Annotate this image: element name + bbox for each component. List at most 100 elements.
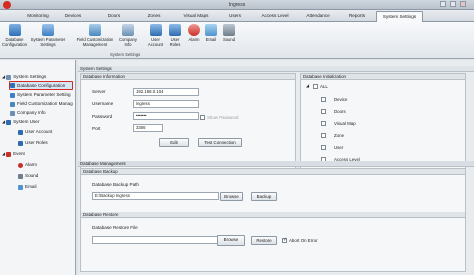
parameter-settings-icon: [10, 92, 15, 98]
window-title: Ingress: [228, 2, 246, 8]
password-label: Password: [92, 114, 113, 119]
sound-button[interactable]: Sound: [221, 24, 237, 42]
zone-checkbox[interactable]: [321, 133, 326, 138]
settings-folder-icon: [6, 74, 12, 80]
port-label: Port: [92, 126, 101, 131]
title-bar: Ingress: [0, 0, 474, 10]
sidebar-item-user-account[interactable]: User Account: [18, 128, 52, 136]
company-icon: [10, 110, 15, 116]
tab-users[interactable]: Users: [223, 12, 247, 21]
sound-icon: [18, 173, 23, 179]
sidebar-item-email[interactable]: Email: [18, 183, 37, 191]
user-checkbox[interactable]: [321, 145, 326, 150]
all-checkbox[interactable]: [313, 84, 318, 89]
all-label: ALL: [320, 84, 328, 89]
company-icon: [122, 24, 134, 36]
password-input[interactable]: •••••••: [133, 112, 199, 120]
sidebar-item-system-parameter[interactable]: System Parameter Setting: [10, 91, 71, 99]
backup-path-label: Database Backup Path: [92, 182, 139, 187]
alarm-button[interactable]: Alarm: [186, 24, 202, 42]
company-info-button[interactable]: Company Info: [116, 24, 140, 47]
sidebar-item-alarm[interactable]: Alarm: [18, 161, 37, 169]
sidebar-item-field-customization[interactable]: Field Customization Manag: [10, 100, 73, 108]
port-input[interactable]: 3306: [133, 124, 163, 132]
collapse-arrow-icon: ◢: [2, 151, 6, 156]
user-account-icon: [18, 129, 23, 135]
checkmark-icon: ✓: [283, 237, 288, 243]
sidebar-item-company-info[interactable]: Company Info: [10, 109, 46, 117]
tab-monitoring[interactable]: Monitoring: [18, 12, 58, 21]
ribbon-group-label: System Settings: [110, 52, 141, 57]
user-account-icon: [149, 24, 162, 36]
device-label: Device: [334, 97, 348, 102]
doors-checkbox[interactable]: [321, 109, 326, 114]
tab-visual-maps[interactable]: Visual Maps: [178, 12, 214, 21]
tab-system-settings[interactable]: System Settings: [376, 11, 423, 22]
sidebar-item-event[interactable]: ◢ Event: [2, 150, 25, 158]
doors-label: Doors: [334, 109, 346, 114]
database-management-group: Database Backup Database Backup Path E:\…: [80, 168, 466, 272]
user-label: User: [334, 145, 344, 150]
database-management-title: Database Management: [78, 161, 474, 167]
username-input[interactable]: ingress: [133, 100, 199, 108]
collapse-arrow-icon: ◢: [2, 74, 6, 79]
tab-devices[interactable]: Devices: [60, 12, 86, 21]
database-information-title: Database Information: [81, 74, 295, 80]
test-connection-button[interactable]: Test Connection: [198, 138, 242, 147]
alarm-icon: [188, 24, 200, 36]
database-restore-title: Database Restore: [81, 212, 465, 218]
restore-button[interactable]: Restore: [251, 236, 277, 245]
field-customization-button[interactable]: Field Customization Management: [76, 24, 114, 47]
backup-button[interactable]: Backup: [251, 192, 277, 201]
abort-on-error-label: Abort On Error: [289, 238, 318, 243]
sidebar-item-database-configuration[interactable]: Database Configuration: [9, 81, 73, 90]
database-initialization-title: Database Initialization: [301, 74, 465, 80]
show-password-checkbox[interactable]: [200, 115, 205, 120]
restore-file-label: Database Restore File: [92, 225, 138, 230]
backup-browse-button[interactable]: Browse: [220, 192, 243, 201]
zone-label: Zone: [334, 133, 345, 138]
field-customization-icon: [10, 101, 15, 107]
minimize-icon[interactable]: [440, 1, 446, 7]
email-icon: [205, 24, 217, 36]
tab-doors[interactable]: Doors: [102, 12, 126, 21]
users-folder-icon: [6, 119, 12, 125]
abort-on-error-checkbox[interactable]: ✓: [282, 237, 288, 243]
edit-button[interactable]: Edit: [159, 138, 189, 147]
tab-reports[interactable]: Reports: [343, 12, 371, 21]
event-folder-icon: [6, 151, 12, 157]
show-password-label: Show Password: [207, 115, 239, 120]
visual-map-checkbox[interactable]: [321, 121, 326, 126]
user-roles-button[interactable]: User Roles: [167, 24, 183, 47]
tree-root-system-settings[interactable]: ◢ System Settings: [2, 73, 46, 81]
user-account-button[interactable]: User Account: [145, 24, 166, 47]
close-icon[interactable]: [460, 1, 466, 7]
database-icon: [8, 24, 21, 36]
server-input[interactable]: 192.168.0.104: [133, 88, 199, 96]
user-roles-icon: [169, 24, 181, 36]
tab-zones[interactable]: Zones: [142, 12, 166, 21]
main-panel: System Settings Database Information Ser…: [78, 60, 474, 275]
sidebar-item-user-roles[interactable]: User Roles: [18, 139, 48, 147]
user-roles-icon: [18, 140, 23, 146]
sidebar-item-system-user[interactable]: ◢ System User: [2, 118, 39, 126]
device-checkbox[interactable]: [321, 97, 326, 102]
visual-map-label: Visual Map: [334, 121, 356, 126]
main-header: System Settings: [78, 66, 474, 72]
tab-attendance[interactable]: Attendance: [300, 12, 336, 21]
ribbon-toolbar: Database Configuration System Parameter …: [0, 22, 474, 59]
maximize-icon[interactable]: [450, 1, 456, 7]
backup-path-input[interactable]: E:\Backup Ingress: [92, 192, 219, 200]
email-icon: [18, 184, 23, 190]
collapse-arrow-icon: ◢: [2, 119, 6, 124]
restore-file-input[interactable]: [92, 236, 219, 244]
restore-browse-button[interactable]: Browse: [217, 235, 245, 246]
main-tab-bar: Monitoring Devices Doors Zones Visual Ma…: [0, 10, 474, 22]
sound-icon: [223, 24, 235, 36]
database-configuration-button[interactable]: Database Configuration: [1, 24, 28, 47]
email-button[interactable]: Email: [203, 24, 219, 42]
sidebar-item-sound[interactable]: Sound: [18, 172, 38, 180]
settings-tree: ◢ System Settings Database Configuration…: [0, 60, 76, 275]
tab-access-level[interactable]: Access Level: [257, 12, 293, 21]
system-parameter-settings-button[interactable]: System Parameter Settings: [30, 24, 66, 47]
